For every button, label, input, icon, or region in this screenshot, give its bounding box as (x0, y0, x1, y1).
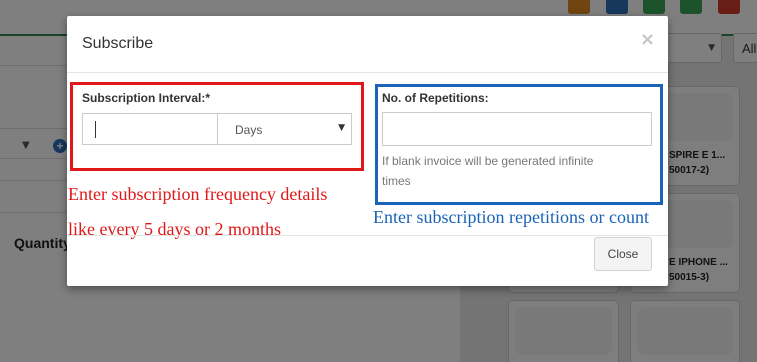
footer-divider (67, 235, 668, 236)
text-cursor (95, 121, 96, 138)
interval-annotation: Enter subscription frequency details lik… (68, 177, 327, 247)
help-line: times (382, 174, 411, 188)
subscription-interval-input[interactable] (82, 113, 218, 145)
chevron-down-icon: ▼ (338, 123, 345, 133)
subscribe-dialog: Subscribe × Subscription Interval:* Days… (67, 16, 668, 286)
annotation-line: like every 5 days or 2 months (68, 219, 281, 239)
help-line: If blank invoice will be generated infin… (382, 154, 594, 168)
header-divider (67, 72, 668, 73)
repetitions-label: No. of Repetitions: (382, 91, 489, 105)
repetitions-help-text: If blank invoice will be generated infin… (382, 151, 593, 191)
repetitions-annotation: Enter subscription repetitions or count (373, 207, 649, 227)
close-icon[interactable]: × (640, 29, 655, 50)
interval-unit-select[interactable]: Days ▼ (217, 113, 352, 145)
subscription-interval-label: Subscription Interval:* (82, 91, 211, 105)
interval-unit-value: Days (235, 123, 263, 137)
close-button[interactable]: Close (594, 237, 652, 271)
repetitions-input[interactable] (382, 112, 652, 146)
annotation-line: Enter subscription frequency details (68, 184, 328, 204)
dialog-title: Subscribe (82, 35, 154, 52)
